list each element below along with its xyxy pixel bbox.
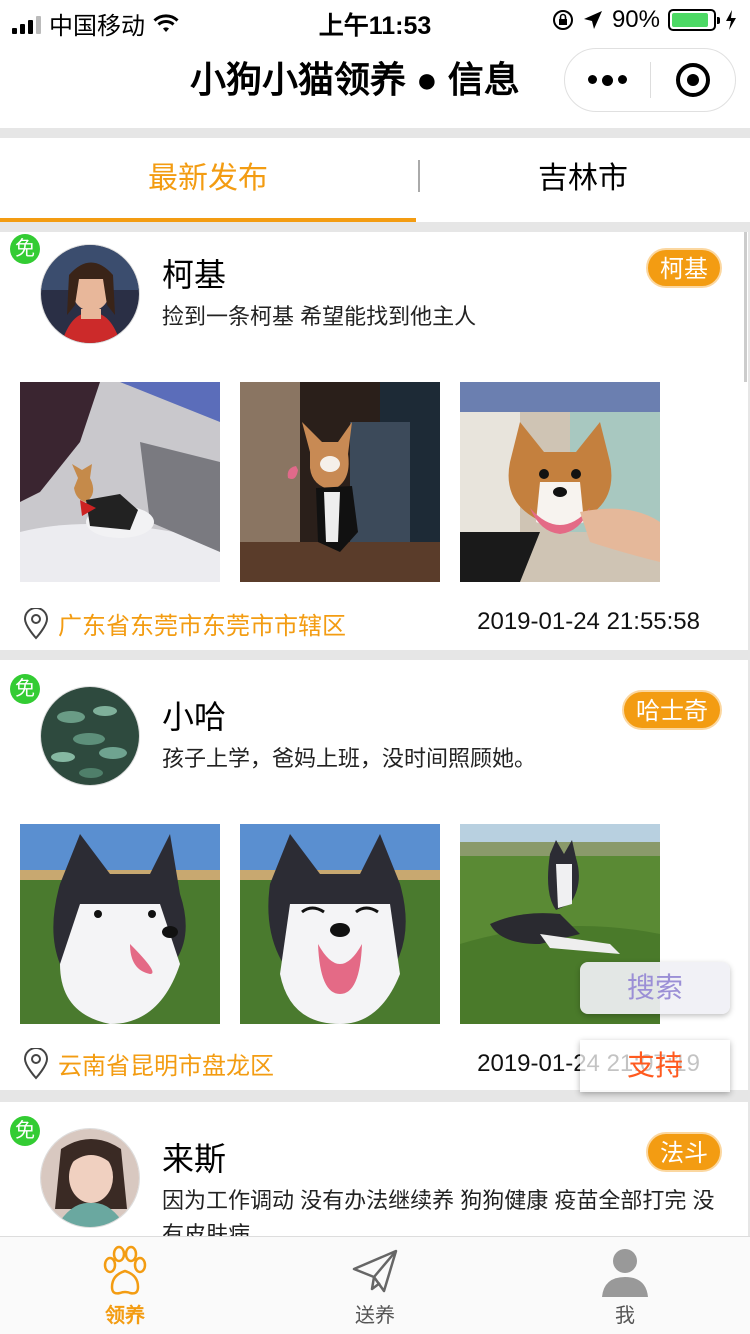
mini-program-capsule bbox=[564, 48, 736, 112]
paw-icon bbox=[103, 1245, 147, 1295]
avatar-image bbox=[41, 245, 139, 343]
location-pin-icon bbox=[23, 1047, 49, 1079]
tab-give-label: 送养 bbox=[355, 1305, 395, 1327]
target-icon bbox=[675, 63, 710, 97]
charging-icon bbox=[726, 10, 736, 30]
avatar[interactable] bbox=[40, 244, 140, 344]
post-card[interactable]: 免 小哈 哈士奇 孩子上学，爸妈上班，没时间照顾她。 云南省昆明市盘龙区 201… bbox=[0, 660, 748, 1090]
tab-give[interactable]: 送养 bbox=[250, 1237, 500, 1334]
battery-percent: 90% bbox=[611, 6, 660, 33]
post-photo[interactable] bbox=[460, 382, 660, 582]
location-text: 广东省东莞市东莞市市辖区 bbox=[58, 613, 346, 640]
post-photo[interactable] bbox=[20, 382, 220, 582]
location-text: 云南省昆明市盘龙区 bbox=[58, 1053, 274, 1080]
page-title: 小狗小猫领养 ● 信息 bbox=[190, 59, 520, 100]
post-photo[interactable] bbox=[240, 382, 440, 582]
post-description: 孩子上学，爸妈上班，没时间照顾她。 bbox=[162, 746, 537, 771]
close-button[interactable] bbox=[651, 63, 736, 97]
location: 云南省昆明市盘龙区 bbox=[22, 1046, 274, 1081]
breed-tag: 哈士奇 bbox=[622, 690, 722, 730]
tab-adopt[interactable]: 领养 bbox=[0, 1237, 250, 1334]
post-card[interactable]: 免 来斯 法斗 因为工作调动 没有办法继续养 狗狗健康 疫苗全部打完 没有皮肤病 bbox=[0, 1102, 748, 1236]
post-description: 因为工作调动 没有办法继续养 狗狗健康 疫苗全部打完 没有皮肤病 bbox=[162, 1188, 715, 1236]
status-bar: 中国移动 上午11:53 90% bbox=[0, 0, 750, 40]
tab-me-label: 我 bbox=[615, 1305, 635, 1327]
tab-me[interactable]: 我 bbox=[500, 1237, 750, 1334]
scrollbar[interactable] bbox=[744, 232, 747, 382]
avatar[interactable] bbox=[40, 1128, 140, 1228]
breed-tag: 柯基 bbox=[646, 248, 722, 288]
avatar-image bbox=[41, 1129, 139, 1227]
post-name: 小哈 bbox=[162, 699, 227, 735]
post-photo[interactable] bbox=[240, 824, 440, 1024]
tab-adopt-label: 领养 bbox=[105, 1305, 145, 1327]
battery-icon bbox=[668, 9, 720, 31]
free-badge: 免 bbox=[10, 234, 40, 264]
more-button[interactable] bbox=[565, 74, 650, 86]
orientation-lock-icon bbox=[552, 10, 573, 30]
tab-city[interactable]: 吉林市 bbox=[416, 138, 750, 222]
nav-bar: 小狗小猫领养 ● 信息 bbox=[0, 40, 750, 128]
post-datetime: 2019-01-24 21:55:58 bbox=[477, 608, 700, 635]
tab-bar-top: 最新发布 吉林市 bbox=[0, 138, 750, 222]
paper-plane-icon bbox=[352, 1249, 398, 1293]
post-photo[interactable] bbox=[20, 824, 220, 1024]
breed-tag: 法斗 bbox=[646, 1132, 722, 1172]
search-button[interactable]: 搜索 bbox=[580, 962, 730, 1014]
bottom-tab-bar: 领养 送养 我 bbox=[0, 1236, 750, 1334]
free-badge: 免 bbox=[10, 674, 40, 704]
post-description: 捡到一条柯基 希望能找到他主人 bbox=[162, 304, 477, 329]
post-name: 来斯 bbox=[162, 1141, 227, 1177]
location: 广东省东莞市东莞市市辖区 bbox=[22, 606, 346, 641]
post-card[interactable]: 免 柯基 柯基 捡到一条柯基 希望能找到他主人 广东省东莞市东莞市市辖区 201… bbox=[0, 232, 748, 650]
user-icon bbox=[602, 1249, 648, 1297]
location-pin-icon bbox=[23, 607, 49, 639]
status-right: 90% bbox=[552, 6, 738, 34]
support-button[interactable]: 支持 bbox=[580, 1040, 730, 1092]
avatar[interactable] bbox=[40, 686, 140, 786]
avatar-image bbox=[41, 687, 139, 785]
app-page: 中国移动 上午11:53 90% 小狗小猫领养 ● 信息 最新发布 吉林市 免 … bbox=[0, 0, 750, 1334]
post-name: 柯基 bbox=[162, 257, 227, 293]
location-arrow-icon bbox=[583, 11, 602, 29]
tab-latest[interactable]: 最新发布 bbox=[0, 138, 416, 222]
free-badge: 免 bbox=[10, 1116, 40, 1146]
